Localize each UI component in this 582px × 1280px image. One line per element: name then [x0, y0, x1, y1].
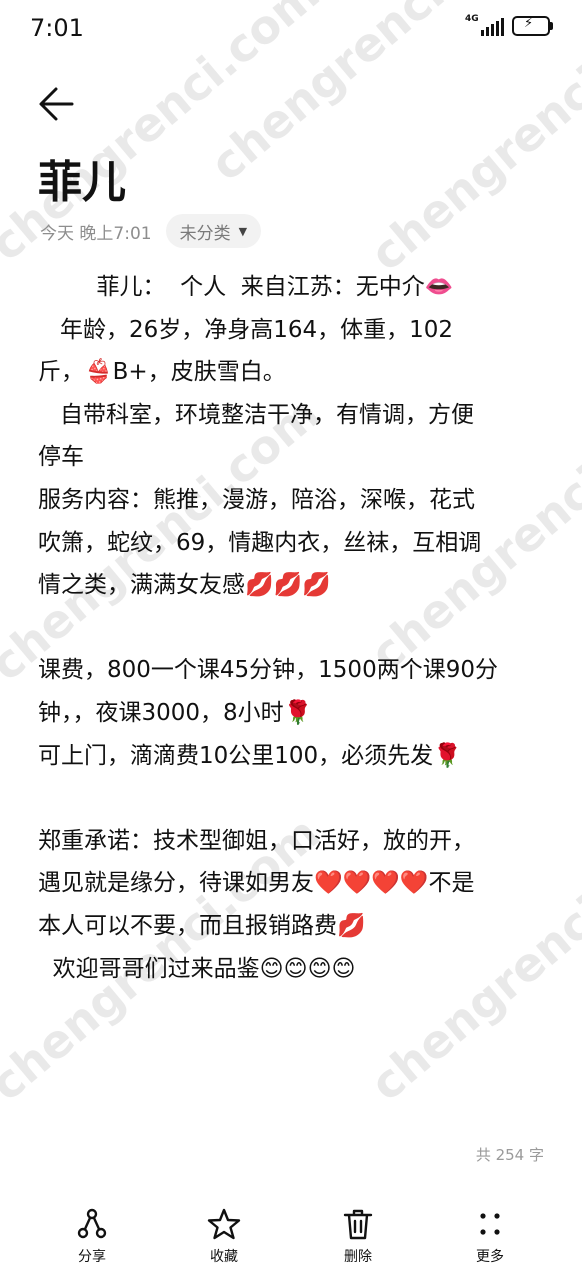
trash-icon [343, 1209, 373, 1240]
delete-label: 删除 [344, 1249, 372, 1265]
note-meta: 今天 晚上7:01 未分类 ▼ [40, 214, 262, 248]
note-line: 钟，，夜课3000，8小时🌹 [38, 699, 313, 726]
note-line: 可上门，滴滴费10公里100，必须先发🌹 [38, 742, 462, 769]
share-icon [77, 1208, 107, 1239]
arrow-left-icon [39, 87, 74, 121]
category-label: 未分类 [179, 223, 231, 244]
delete-button[interactable]: 删除 [308, 1206, 408, 1266]
note-line: 斤，👙B+，皮肤雪白。 [38, 359, 286, 386]
more-dots-icon [480, 1213, 500, 1235]
note-line: 欢迎哥哥们过来品鉴😊😊😊😊 [38, 955, 356, 982]
note-line: 停车 [38, 444, 84, 471]
share-label: 分享 [78, 1249, 106, 1265]
share-button[interactable]: 分享 [42, 1206, 142, 1266]
note-line: 菲儿： 个人 来自江苏：无中介👄 [38, 274, 454, 300]
status-bar: 7:01 4G ⚡ [0, 0, 582, 58]
status-icons: 4G ⚡ [465, 14, 553, 36]
note-line: 郑重承诺：技术型御姐，口活好，放的开， [38, 827, 475, 854]
note-line: 自带科室，环境整洁干净，有情调，方便 [38, 401, 474, 428]
star-icon [207, 1208, 241, 1240]
status-time: 7:01 [30, 14, 84, 42]
note-line: 吹箫，蛇纹，69，情趣内衣，丝袜，互相调 [38, 529, 482, 556]
battery-icon: ⚡ [512, 16, 553, 36]
bottom-toolbar: 分享 收藏 删除 更多 [0, 1200, 582, 1280]
note-body[interactable]: 菲儿： 个人 来自江苏：无中介👄 年龄，26岁，净身高164，体重，102 斤，👙… [38, 266, 550, 990]
note-line: 课费，800一个课45分钟，1500两个课90分 [38, 657, 498, 684]
favorite-label: 收藏 [210, 1249, 238, 1265]
note-line [38, 607, 550, 650]
note-title: 菲儿 [38, 157, 126, 208]
note-line [38, 777, 550, 820]
note-line: 遇见就是缘分，待课如男友❤️❤️❤️❤️不是 [38, 870, 475, 897]
signal-icon: 4G [465, 14, 504, 36]
note-line: 服务内容：熊推，漫游，陪浴，深喉，花式 [38, 486, 475, 513]
more-button[interactable]: 更多 [440, 1206, 540, 1266]
caret-down-icon: ▼ [238, 224, 248, 238]
note-date: 今天 晚上7:01 [40, 223, 152, 244]
back-button[interactable] [36, 82, 80, 126]
network-type: 4G [465, 14, 479, 24]
note-line: 年龄，26岁，净身高164，体重，102 [38, 316, 454, 343]
note-line: 情之类，满满女友感💋💋💋 [38, 572, 331, 599]
category-dropdown[interactable]: 未分类 ▼ [165, 214, 262, 248]
note-line: 本人可以不要，而且报销路费💋 [38, 912, 366, 939]
word-count: 共 254 字 [475, 1146, 544, 1164]
more-label: 更多 [476, 1249, 504, 1265]
favorite-button[interactable]: 收藏 [174, 1206, 274, 1266]
